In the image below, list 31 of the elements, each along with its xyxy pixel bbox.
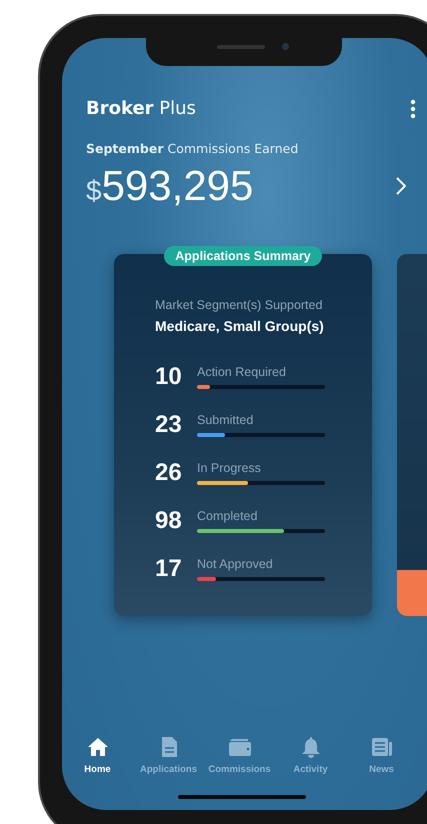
tab-bar-item[interactable]: Activity — [275, 736, 346, 775]
stat-label: Completed — [197, 509, 258, 523]
stat-count: 26 — [155, 459, 183, 487]
newspaper-icon — [370, 737, 392, 757]
wallet-icon — [228, 737, 252, 757]
commissions-amount: 593,295 — [102, 162, 254, 210]
currency-symbol: $ — [86, 175, 102, 207]
next-card[interactable] — [397, 254, 427, 616]
stat-label: In Progress — [197, 461, 262, 475]
more-menu-icon[interactable] — [410, 98, 416, 118]
tab-bar-item[interactable]: Home — [62, 736, 133, 775]
bell-icon — [300, 736, 320, 758]
stat-count: 98 — [155, 507, 183, 535]
commissions-label: September Commissions Earned — [86, 141, 300, 156]
stat-count: 17 — [155, 555, 183, 583]
document-icon — [160, 736, 178, 758]
stat-label: Submitted — [197, 413, 254, 427]
tab-bar-item[interactable]: Commissions — [204, 736, 275, 775]
card-title-badge: Applications Summary — [164, 246, 322, 266]
stat-count: 23 — [155, 411, 183, 439]
chevron-right-icon[interactable] — [396, 177, 406, 195]
home-icon — [86, 737, 108, 757]
stat-label: Action Required — [197, 365, 287, 379]
app-title: Broker Plus — [86, 98, 196, 119]
tab-bar-item[interactable]: News — [346, 736, 417, 775]
card-footer — [397, 570, 427, 616]
stat-count: 10 — [155, 363, 183, 391]
tab-bar-item[interactable]: Applications — [133, 736, 204, 775]
segment-label: Market Segment(s) Supported — [155, 298, 324, 312]
stat-label: Not Approved — [197, 557, 274, 571]
segment-value: Medicare, Small Group(s) — [155, 318, 325, 334]
